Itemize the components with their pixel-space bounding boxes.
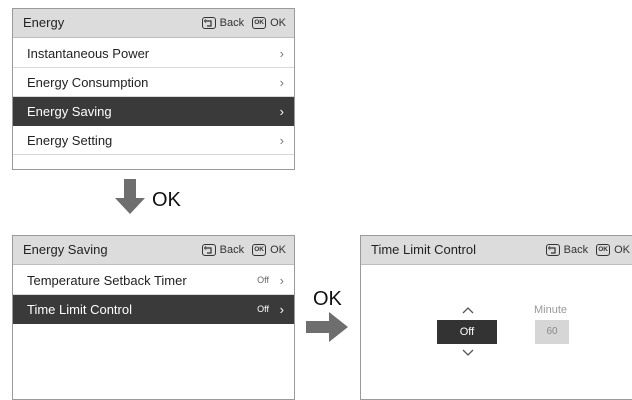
page-title: Energy Saving xyxy=(23,242,108,257)
time-limit-toggle-value[interactable]: Off xyxy=(437,320,497,344)
menu-item-value: Off xyxy=(257,275,269,285)
menu-item-label: Instantaneous Power xyxy=(27,46,150,61)
menu-item-label: Energy Consumption xyxy=(27,75,149,90)
page-title: Time Limit Control xyxy=(371,242,476,257)
transition-ok-label: OK xyxy=(152,189,181,211)
arrow-right-icon xyxy=(306,312,348,342)
energy-saving-screen: Energy Saving Back OK OK Temperature Set… xyxy=(12,235,295,400)
minute-value: 60 xyxy=(535,320,569,344)
menu-item-time-limit-control[interactable]: Time Limit Control Off › xyxy=(13,295,294,324)
menu-item-label: Energy Setting xyxy=(27,133,113,148)
menu-item-instantaneous-power[interactable]: Instantaneous Power › xyxy=(13,39,294,68)
chevron-right-icon: › xyxy=(279,104,284,119)
transition-ok-label: OK xyxy=(313,288,342,310)
back-button[interactable]: Back xyxy=(564,236,588,264)
chevron-down-icon[interactable] xyxy=(462,349,474,357)
ok-icon[interactable]: OK xyxy=(252,244,267,256)
menu-item-energy-consumption[interactable]: Energy Consumption › xyxy=(13,68,294,97)
ok-button[interactable]: OK xyxy=(270,236,286,264)
page-title: Energy xyxy=(23,15,65,30)
back-button[interactable]: Back xyxy=(220,236,244,264)
menu-item-temperature-setback-timer[interactable]: Temperature Setback Timer Off › xyxy=(13,266,294,295)
energy-screen: Energy Back OK OK Instantaneous Power › … xyxy=(12,8,295,170)
menu-item-label: Time Limit Control xyxy=(27,302,132,317)
back-button[interactable]: Back xyxy=(220,9,244,37)
chevron-right-icon: › xyxy=(279,302,284,317)
header-nav: Back OK OK xyxy=(201,9,286,37)
arrow-down-icon xyxy=(115,179,145,214)
back-icon[interactable] xyxy=(201,244,216,256)
chevron-right-icon: › xyxy=(279,46,284,61)
menu-item-label: Temperature Setback Timer xyxy=(27,273,187,288)
menu-item-value: Off xyxy=(257,304,269,314)
header-nav: Back OK OK xyxy=(201,236,286,264)
chevron-right-icon: › xyxy=(279,75,284,90)
menu-item-energy-setting[interactable]: Energy Setting › xyxy=(13,126,294,155)
menu-item-label: Energy Saving xyxy=(27,104,112,119)
chevron-up-icon[interactable] xyxy=(462,306,474,314)
screen-header: Energy Saving Back OK OK xyxy=(13,236,294,265)
ok-button[interactable]: OK xyxy=(614,236,630,264)
chevron-right-icon: › xyxy=(279,273,284,288)
menu-item-energy-saving[interactable]: Energy Saving › xyxy=(13,97,294,126)
screen-header: Energy Back OK OK xyxy=(13,9,294,38)
header-nav: Back OK OK xyxy=(545,236,630,264)
minute-label: Minute xyxy=(534,304,568,316)
back-icon[interactable] xyxy=(201,17,216,29)
ok-icon[interactable]: OK xyxy=(252,17,267,29)
ok-button[interactable]: OK xyxy=(270,9,286,37)
back-icon[interactable] xyxy=(545,244,560,256)
screen-header: Time Limit Control Back OK OK xyxy=(361,236,632,265)
time-limit-control-screen: Time Limit Control Back OK OK Off Minute… xyxy=(360,235,632,400)
ok-icon[interactable]: OK xyxy=(596,244,611,256)
chevron-right-icon: › xyxy=(279,133,284,148)
